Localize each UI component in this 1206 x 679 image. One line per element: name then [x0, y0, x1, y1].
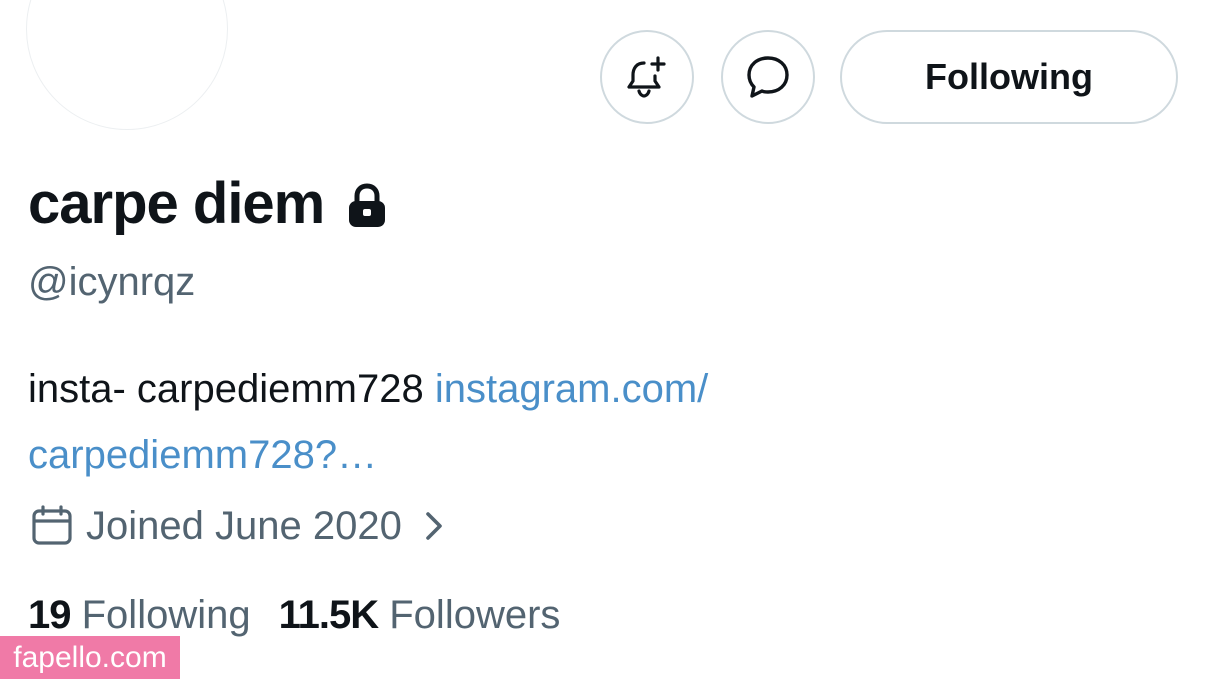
followers-count: 11.5K [278, 593, 380, 637]
bio: insta- carpediemm728 instagram.com/carpe… [28, 356, 928, 488]
joined-date-row[interactable]: Joined June 2020 [30, 500, 448, 552]
following-button[interactable]: Following [840, 30, 1178, 124]
chevron-right-icon [426, 512, 442, 540]
followers-label: Followers [389, 593, 561, 637]
stats-row: 19 Following 11.5K Followers [28, 590, 560, 640]
avatar[interactable] [26, 0, 228, 130]
following-label: Following [81, 593, 251, 637]
joined-date: Joined June 2020 [86, 504, 402, 548]
bell-plus-icon [627, 56, 666, 98]
watermark: fapello.com [0, 636, 180, 679]
notify-button[interactable] [600, 30, 694, 124]
calendar-icon [32, 505, 72, 545]
following-stat[interactable]: 19 Following [28, 590, 251, 640]
lock-icon [349, 183, 386, 227]
message-bubble-icon [747, 56, 789, 98]
user-handle: @icynrqz [28, 260, 196, 304]
following-button-label: Following [925, 56, 1093, 97]
followers-stat[interactable]: 11.5K Followers [279, 590, 561, 640]
display-name: carpe diem [28, 171, 325, 236]
bio-link-line1: instagram.com/ [434, 367, 709, 411]
bio-link-line2: carpediemm728?… [28, 433, 378, 477]
following-count: 19 [28, 593, 71, 637]
message-button[interactable] [721, 30, 815, 124]
name-row: carpe diem [28, 170, 388, 238]
bio-text: insta- carpediemm728 [28, 367, 435, 411]
